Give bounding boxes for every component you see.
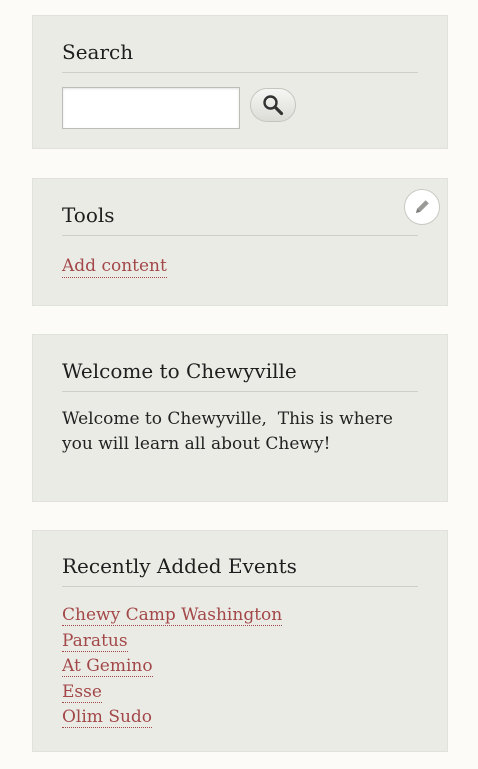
search-block: Search — [32, 15, 448, 149]
welcome-block-title: Welcome to Chewyville — [62, 359, 418, 392]
list-item: Paratus — [62, 630, 282, 656]
event-link[interactable]: Paratus — [62, 630, 128, 652]
welcome-block: Welcome to Chewyville Welcome to Chewyvi… — [32, 334, 448, 502]
search-input[interactable] — [62, 87, 240, 129]
event-link[interactable]: Olim Sudo — [62, 707, 153, 728]
list-item: Chewy Camp Washington — [62, 604, 283, 630]
search-button[interactable] — [250, 88, 296, 122]
search-block-title: Search — [62, 40, 418, 73]
list-item: Esse — [62, 681, 282, 707]
recent-events-title: Recently Added Events — [62, 554, 418, 587]
list-item: Olim Sudo — [62, 706, 282, 732]
welcome-text: Welcome to Chewyville, This is where you… — [62, 409, 399, 454]
event-link[interactable]: At Gemino — [62, 656, 153, 677]
add-content-link[interactable]: Add content — [62, 256, 167, 278]
event-link[interactable]: Chewy Camp Washington — [62, 605, 283, 626]
tools-block: Tools Add content — [32, 178, 448, 306]
event-list: Chewy Camp Washington Paratus At Gemino … — [62, 604, 283, 732]
magnifier-icon — [263, 95, 284, 116]
event-link[interactable]: Esse — [62, 681, 102, 703]
list-item: At Gemino — [62, 655, 282, 681]
tools-block-title: Tools — [62, 203, 418, 236]
recent-events-block: Recently Added Events Chewy Camp Washing… — [32, 530, 448, 752]
